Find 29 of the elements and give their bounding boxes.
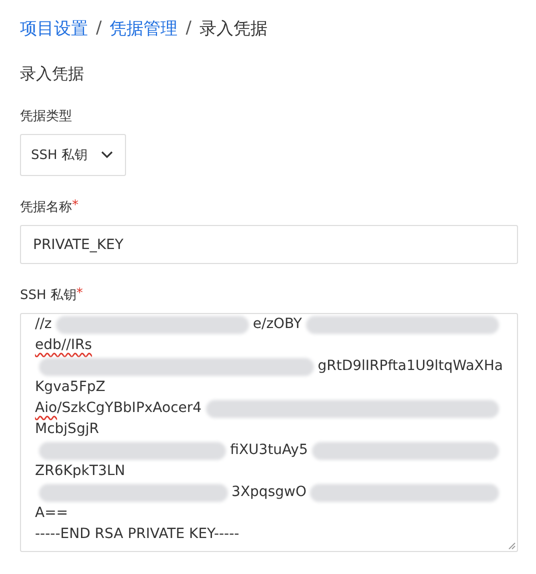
required-mark: *	[76, 286, 83, 303]
key-text: Kgva5FpZ	[35, 378, 106, 397]
key-text: -----END RSA PRIVATE KEY-----	[35, 525, 240, 544]
field-label: 凭据名称	[20, 199, 72, 216]
breadcrumb-separator: /	[186, 18, 192, 38]
required-mark: *	[72, 198, 78, 215]
page-heading: 录入凭据	[20, 64, 85, 85]
type-select[interactable]: SSH 私钥	[20, 134, 126, 176]
key-text: e/zOBY	[252, 315, 302, 334]
breadcrumb-separator: /	[96, 18, 102, 38]
key-textarea[interactable]: //z e/zOBY edb//IRs gRtD9lIRPfta1U9ltqWaXHa Kgva5FpZ Aio/SzkCgYBbIPxAocer4 McbjSgjR fiXU3tuAy5 ZR6KpkT3LN 3XpqsgwO A== -----END RSA PRIVATE KEY-----	[20, 313, 518, 552]
breadcrumb-link[interactable]: 凭据管理	[110, 16, 178, 40]
breadcrumb-link[interactable]: 项目设置	[20, 16, 88, 40]
key-text: McbjSgjR	[35, 420, 99, 439]
field-label: SSH 私钥	[20, 287, 76, 304]
key-text: ZR6KpkT3LN	[35, 462, 126, 481]
name-input[interactable]: PRIVATE_KEY	[20, 225, 518, 264]
chevron-down-icon	[101, 151, 113, 159]
key-text: fiXU3tuAy5	[230, 441, 308, 460]
resize-grip-icon[interactable]	[508, 542, 516, 550]
key-text: /SzkCgYBbIPxAocer4	[57, 399, 202, 418]
key-text: 3XpqsgwO	[232, 483, 306, 502]
breadcrumb-text: 录入凭据	[199, 18, 268, 40]
key-text: //z	[35, 315, 52, 334]
key-text: gRtD9lIRPfta1U9ltqWaXHa	[318, 357, 503, 376]
key-text: A==	[35, 504, 68, 523]
key-text: edb//IRs	[35, 336, 92, 355]
field-label: 凭据类型	[20, 108, 72, 125]
key-text: Aio	[35, 399, 58, 418]
